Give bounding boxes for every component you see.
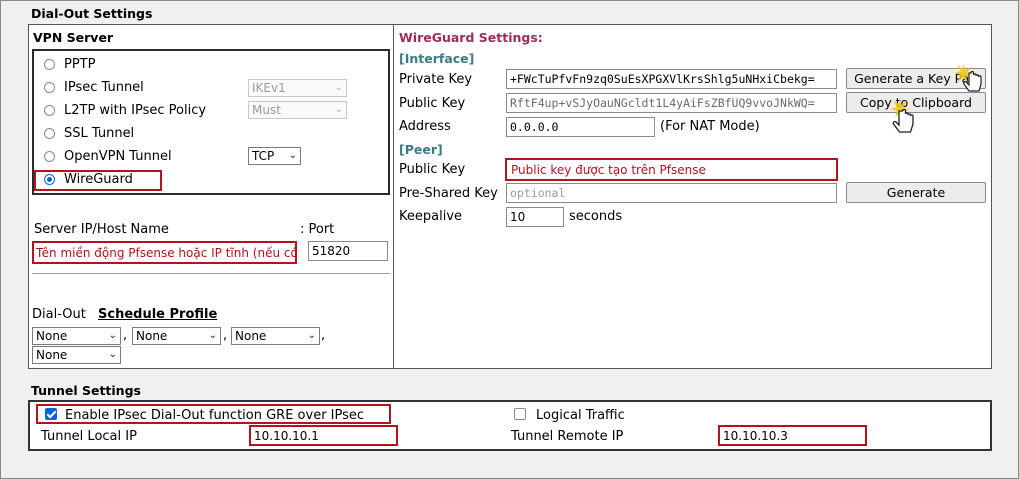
port-label: : Port bbox=[300, 222, 335, 237]
ipsec-select[interactable]: IKEv1 ⌄ bbox=[248, 79, 347, 97]
chevron-down-icon: ⌄ bbox=[108, 330, 117, 341]
vpn-server-title: VPN Server bbox=[33, 30, 114, 45]
separator: , bbox=[321, 328, 326, 343]
server-host-highlight bbox=[32, 241, 297, 264]
schedule-select-3-value: None bbox=[235, 329, 267, 343]
tunnel-remote-ip-highlight bbox=[718, 425, 867, 446]
peer-public-key-label: Public Key bbox=[399, 162, 466, 177]
gre-highlight bbox=[36, 404, 391, 424]
radio-ipsec[interactable] bbox=[44, 82, 55, 93]
dial-out-settings-panel: Dial-Out Settings VPN Server PPTP IPsec … bbox=[0, 0, 1019, 479]
keepalive-input[interactable]: 10 bbox=[506, 207, 564, 227]
tunnel-settings-title: Tunnel Settings bbox=[31, 383, 141, 398]
peer-public-key-highlight bbox=[505, 158, 838, 181]
l2tp-select[interactable]: Must ⌄ bbox=[248, 101, 347, 119]
radio-ssl[interactable] bbox=[44, 128, 55, 139]
private-key-label: Private Key bbox=[399, 72, 473, 87]
chevron-down-icon: ⌄ bbox=[307, 330, 316, 341]
option-l2tp-label: L2TP with IPsec Policy bbox=[64, 103, 207, 118]
dial-out-label: Dial-Out bbox=[32, 307, 86, 322]
schedule-select-1-value: None bbox=[36, 329, 68, 343]
chevron-down-icon: ⌄ bbox=[108, 349, 117, 360]
logical-traffic-checkbox[interactable] bbox=[514, 408, 526, 420]
separator: , bbox=[223, 328, 228, 343]
radio-l2tp[interactable] bbox=[44, 105, 55, 116]
schedule-select-2-value: None bbox=[136, 329, 168, 343]
keepalive-unit: seconds bbox=[569, 209, 623, 224]
public-key-input[interactable]: RftF4up+vSJyOauNGcldt1L4yAiFsZBfUQ9vvoJN… bbox=[506, 93, 837, 113]
pointer-hand-icon bbox=[954, 63, 982, 92]
public-key-label: Public Key bbox=[399, 96, 466, 111]
logical-traffic-label: Logical Traffic bbox=[536, 408, 625, 423]
address-input[interactable]: 0.0.0.0 bbox=[506, 117, 655, 137]
openvpn-select[interactable]: TCP ⌄ bbox=[248, 147, 301, 165]
chevron-down-icon: ⌄ bbox=[288, 150, 297, 161]
schedule-select-4-value: None bbox=[36, 348, 68, 362]
option-openvpn-label: OpenVPN Tunnel bbox=[64, 149, 172, 164]
separator: , bbox=[123, 328, 128, 343]
schedule-profile-link[interactable]: Schedule Profile bbox=[98, 307, 217, 322]
section-title: Dial-Out Settings bbox=[31, 6, 153, 21]
ipsec-select-value: IKEv1 bbox=[252, 81, 286, 95]
tunnel-local-ip-label: Tunnel Local IP bbox=[41, 429, 137, 444]
private-key-input[interactable]: +FWcTuPfvFn9zq0SuEsXPGXVlKrsShlg5uNHxiCb… bbox=[506, 69, 837, 89]
interface-label: [Interface] bbox=[399, 51, 475, 66]
port-input[interactable]: 51820 bbox=[308, 241, 388, 261]
wireguard-highlight bbox=[34, 170, 162, 191]
schedule-select-3[interactable]: None ⌄ bbox=[231, 327, 320, 345]
openvpn-select-value: TCP bbox=[252, 149, 275, 163]
schedule-select-2[interactable]: None ⌄ bbox=[132, 327, 221, 345]
psk-input[interactable]: optional bbox=[506, 183, 837, 203]
option-ipsec-label: IPsec Tunnel bbox=[64, 80, 144, 95]
psk-label: Pre-Shared Key bbox=[399, 186, 498, 201]
radio-openvpn[interactable] bbox=[44, 151, 55, 162]
wireguard-title: WireGuard Settings: bbox=[399, 30, 543, 45]
chevron-down-icon: ⌄ bbox=[208, 330, 217, 341]
option-ssl-label: SSL Tunnel bbox=[64, 126, 135, 141]
pointer-hand-icon bbox=[890, 98, 914, 133]
option-pptp-label: PPTP bbox=[64, 57, 96, 72]
schedule-select-4[interactable]: None ⌄ bbox=[32, 346, 121, 364]
address-note: (For NAT Mode) bbox=[660, 119, 760, 134]
peer-label: [Peer] bbox=[399, 142, 443, 157]
address-label: Address bbox=[399, 119, 451, 134]
keepalive-label: Keepalive bbox=[399, 209, 463, 224]
schedule-select-1[interactable]: None ⌄ bbox=[32, 327, 121, 345]
divider bbox=[32, 273, 390, 274]
radio-pptp[interactable] bbox=[44, 59, 55, 70]
chevron-down-icon: ⌄ bbox=[334, 104, 343, 115]
chevron-down-icon: ⌄ bbox=[334, 82, 343, 93]
tunnel-local-ip-highlight bbox=[249, 425, 398, 446]
tunnel-remote-ip-label: Tunnel Remote IP bbox=[511, 429, 624, 444]
server-host-label: Server IP/Host Name bbox=[34, 222, 169, 237]
l2tp-select-value: Must bbox=[252, 103, 281, 117]
generate-psk-button[interactable]: Generate bbox=[846, 182, 986, 203]
